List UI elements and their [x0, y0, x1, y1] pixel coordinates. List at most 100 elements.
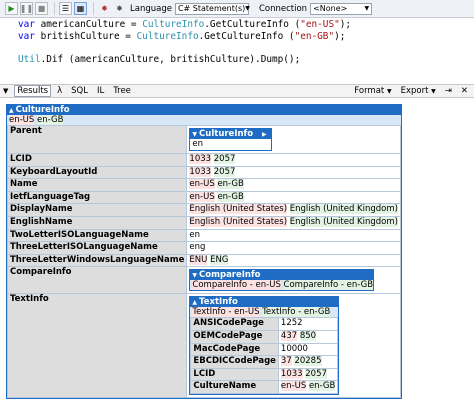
- property-key: EBCDICCodePage: [190, 355, 279, 369]
- collapse-arrow-icon[interactable]: ▼: [0, 87, 11, 95]
- property-key: IetfLanguageTag: [6, 190, 188, 205]
- language-value: C# Statement(s): [177, 4, 246, 13]
- text-info-object: ▲ TextInfo TextInfo - en-US TextInfo - en…: [189, 296, 340, 395]
- chevron-down-icon: ▼: [386, 88, 392, 95]
- stop-button[interactable]: ■: [35, 2, 48, 15]
- run-button[interactable]: ▶: [5, 2, 18, 15]
- debug-button-2[interactable]: ✸: [113, 2, 126, 15]
- pause-button[interactable]: ❚❚: [20, 2, 33, 15]
- code-line: var britishCulture = CultureInfo.GetCult…: [18, 31, 474, 43]
- property-value: eng: [186, 241, 401, 255]
- nested-object-header[interactable]: ▼ CompareInfo: [190, 270, 374, 281]
- table-row: LCID 1033 2057: [190, 367, 339, 382]
- code-token: "en-GB": [294, 30, 335, 42]
- summary-us: CompareInfo - en-US: [192, 280, 281, 291]
- property-value: 437 850: [277, 329, 339, 344]
- nested-object-header[interactable]: ▲ TextInfo: [190, 297, 339, 308]
- table-row: CompareInfo ▼ CompareInfo CompareInfo - e…: [6, 266, 401, 295]
- nested-header-label: TextInfo: [199, 297, 238, 308]
- value-us: 437: [280, 330, 298, 341]
- table-row: Name en-US en-GB: [6, 178, 401, 192]
- table-row: MacCodePage 10000: [190, 342, 339, 357]
- code-line: var americanCulture = CultureInfo.GetCul…: [18, 19, 474, 31]
- property-key: ThreeLetterWindowsLanguageName: [6, 253, 188, 268]
- dock-icon[interactable]: ⇥: [442, 86, 455, 96]
- tab-lambda[interactable]: λ: [54, 86, 65, 96]
- table-row: TwoLetterISOLanguageName en: [6, 228, 401, 243]
- export-label: Export: [400, 86, 429, 96]
- property-value: ▼ CompareInfo CompareInfo - en-US Compare…: [186, 266, 401, 295]
- nested-summary: CompareInfo - en-US CompareInfo - en-GB: [190, 280, 374, 291]
- property-value: English (United States) English (United …: [186, 215, 401, 230]
- table-row: ANSICodePage 1252: [190, 317, 339, 331]
- property-value: 10000: [277, 342, 339, 357]
- tab-results[interactable]: Results: [14, 85, 52, 97]
- nested-object-header[interactable]: ▼ CultureInfo ▶: [190, 129, 271, 139]
- grid-icon: ▦: [76, 4, 85, 13]
- value-us: 1033: [189, 154, 212, 164]
- table-row: EBCDICCodePage 37 20285: [190, 355, 339, 369]
- property-value: 1033 2057: [277, 367, 339, 382]
- code-editor[interactable]: var americanCulture = CultureInfo.GetCul…: [0, 18, 474, 84]
- language-label: Language: [130, 3, 172, 14]
- property-key: DisplayName: [6, 203, 188, 217]
- chevron-down-icon: ▼: [364, 5, 370, 12]
- parent-value: en: [192, 139, 204, 149]
- tab-tree[interactable]: Tree: [110, 86, 134, 96]
- value-same: 10000: [280, 343, 308, 354]
- value-gb: en-GB: [308, 381, 336, 392]
- value-gb: en-GB: [217, 179, 244, 190]
- property-value: 37 20285: [277, 355, 339, 369]
- property-value: 1033 2057: [186, 153, 401, 167]
- value-gb: 20285: [294, 356, 322, 367]
- object-summary: en-US en-GB: [7, 115, 401, 125]
- debug-button[interactable]: ✸: [98, 2, 111, 15]
- property-value: ▼ CultureInfo ▶ en: [186, 125, 401, 154]
- code-token: .Dif (americanCulture, britishCulture).D…: [40, 54, 301, 66]
- property-key: EnglishName: [6, 215, 188, 230]
- code-token: CultureInfo: [136, 30, 199, 42]
- text-results-button[interactable]: ☰: [59, 2, 72, 15]
- table-row: CultureName en-US en-GB: [190, 380, 339, 394]
- tab-sql[interactable]: SQL: [68, 86, 91, 96]
- value-gb: 2057: [213, 166, 236, 177]
- value-us: 37: [280, 356, 292, 367]
- nested-header-label: CompareInfo: [199, 270, 261, 281]
- format-menu[interactable]: Format ▼: [351, 86, 394, 96]
- property-key: CultureName: [190, 380, 279, 394]
- close-icon[interactable]: ✕: [458, 86, 471, 96]
- object-header-label: CultureInfo: [15, 105, 70, 115]
- property-key: ANSICodePage: [190, 317, 279, 331]
- property-value: English (United States) English (United …: [186, 203, 401, 217]
- results-tab-bar: ▼ Results λ SQL IL Tree Format ▼ Export …: [0, 84, 474, 98]
- export-menu[interactable]: Export ▼: [398, 86, 439, 96]
- value-us: English (United States): [189, 204, 288, 215]
- value-same: en: [189, 229, 201, 240]
- toolbar-separator: [93, 2, 94, 15]
- grid-results-button[interactable]: ▦: [74, 2, 87, 15]
- bug-icon: ✸: [116, 4, 123, 13]
- tab-il[interactable]: IL: [94, 86, 107, 96]
- compare-info-object: ▼ CompareInfo CompareInfo - en-US Compare…: [189, 269, 375, 292]
- value-gb: 850: [299, 330, 317, 341]
- results-right-tools: Format ▼ Export ▼ ⇥ ✕: [351, 86, 474, 96]
- code-token: .GetCultureInfo (: [204, 19, 301, 30]
- summary-us: en-US: [9, 115, 35, 125]
- value-us: en-US: [189, 191, 215, 202]
- value-us: 1033: [189, 166, 212, 177]
- connection-select[interactable]: <None> ▼: [310, 2, 373, 15]
- property-key: OEMCodePage: [190, 329, 279, 344]
- value-gb: English (United Kingdom): [289, 204, 398, 215]
- value-gb: ENG: [210, 254, 229, 265]
- code-token: CultureInfo: [142, 19, 205, 30]
- table-row: ThreeLetterWindowsLanguageName ENU ENG: [6, 253, 401, 268]
- property-key: TextInfo: [6, 293, 188, 398]
- connection-value: <None>: [313, 4, 348, 13]
- table-row: Parent ▼ CultureInfo ▶ en: [6, 125, 401, 154]
- connection-label: Connection: [258, 3, 308, 14]
- table-row: ThreeLetterISOLanguageName eng: [6, 241, 401, 255]
- table-row: IetfLanguageTag en-US en-GB: [6, 190, 401, 205]
- language-select[interactable]: C# Statement(s) ▼: [174, 2, 250, 15]
- object-header[interactable]: ▲ CultureInfo: [7, 105, 401, 115]
- collapse-triangle-icon: ▼: [192, 131, 198, 138]
